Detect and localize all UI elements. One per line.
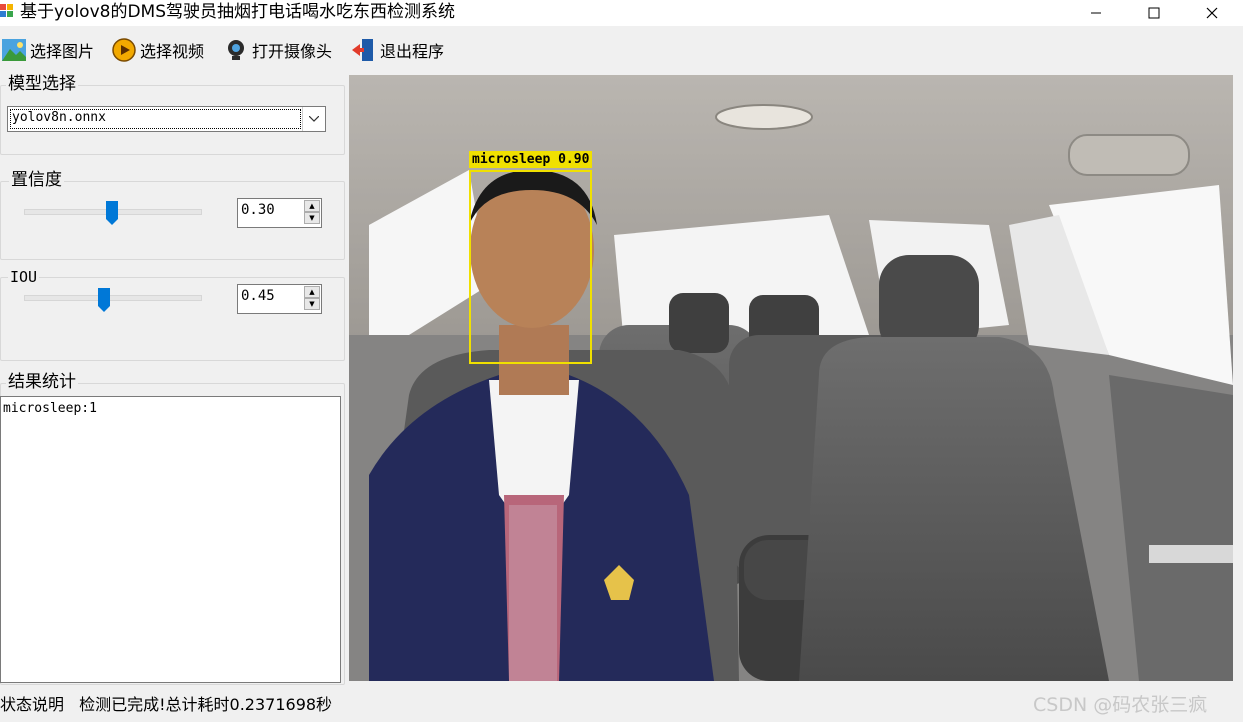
watermark: CSDN @码农张三疯 [1033, 694, 1208, 716]
iou-down-button[interactable]: ▼ [304, 298, 320, 310]
detection-box [469, 170, 592, 364]
iou-legend: IOU [8, 267, 40, 287]
confidence-slider-thumb[interactable] [106, 201, 118, 225]
confidence-legend: 置信度 [9, 170, 64, 190]
confidence-down-button[interactable]: ▼ [304, 212, 320, 224]
exit-program-label: 退出程序 [380, 42, 445, 61]
select-image-label: 选择图片 [30, 42, 95, 61]
dropdown-arrow[interactable] [302, 107, 325, 131]
status-bar: 状态说明 检测已完成!总计耗时0.2371698秒 [0, 692, 332, 718]
results-legend: 结果统计 [6, 372, 78, 392]
toolbar: 选择图片 选择视频 打开摄像头 退出程序 [0, 32, 1243, 68]
model-dropdown[interactable]: yolov8n.onnx [7, 106, 326, 132]
caret-down-icon: ▼ [309, 299, 315, 308]
video-play-icon [112, 38, 136, 62]
webcam-icon [228, 40, 244, 60]
minimize-icon [1091, 12, 1101, 14]
results-text: microsleep:1 [3, 401, 97, 416]
caret-up-icon: ▲ [309, 201, 315, 210]
maximize-button[interactable] [1125, 0, 1183, 26]
iou-spinbox[interactable]: 0.45 ▲ ▼ [237, 284, 322, 314]
iou-value[interactable]: 0.45 [241, 288, 275, 304]
iou-slider-track[interactable] [24, 295, 202, 301]
status-label: 状态说明 [0, 695, 65, 714]
image-icon [2, 39, 26, 61]
iou-up-button[interactable]: ▲ [304, 286, 320, 298]
iou-slider-thumb[interactable] [98, 288, 110, 312]
exit-program-button[interactable]: 退出程序 [352, 36, 444, 64]
status-message: 检测已完成!总计耗时0.2371698秒 [79, 695, 333, 714]
close-button[interactable] [1183, 0, 1241, 26]
close-icon [1206, 7, 1218, 19]
caret-up-icon: ▲ [309, 287, 315, 296]
caret-down-icon: ▼ [309, 213, 315, 222]
select-video-label: 选择视频 [140, 42, 205, 61]
results-textbox[interactable]: microsleep:1 [0, 396, 341, 683]
model-dropdown-value: yolov8n.onnx [10, 109, 301, 129]
title-bar: 基于yolov8的DMS驾驶员抽烟打电话喝水吃东西检测系统 [0, 0, 1243, 26]
chevron-down-icon [309, 116, 319, 122]
exit-door-icon [352, 39, 373, 61]
confidence-value[interactable]: 0.30 [241, 202, 275, 218]
confidence-spinbox[interactable]: 0.30 ▲ ▼ [237, 198, 322, 228]
confidence-up-button[interactable]: ▲ [304, 200, 320, 212]
open-camera-label: 打开摄像头 [252, 42, 333, 61]
select-video-button[interactable]: 选择视频 [112, 36, 204, 64]
model-select-legend: 模型选择 [6, 74, 78, 94]
open-camera-button[interactable]: 打开摄像头 [224, 36, 332, 64]
image-view: microsleep 0.90 [349, 75, 1233, 681]
detection-label: microsleep 0.90 [469, 151, 593, 168]
window-title: 基于yolov8的DMS驾驶员抽烟打电话喝水吃东西检测系统 [20, 2, 456, 22]
maximize-icon [1148, 7, 1160, 19]
select-image-button[interactable]: 选择图片 [2, 36, 94, 64]
minimize-button[interactable] [1067, 0, 1125, 26]
app-icon [0, 4, 13, 17]
